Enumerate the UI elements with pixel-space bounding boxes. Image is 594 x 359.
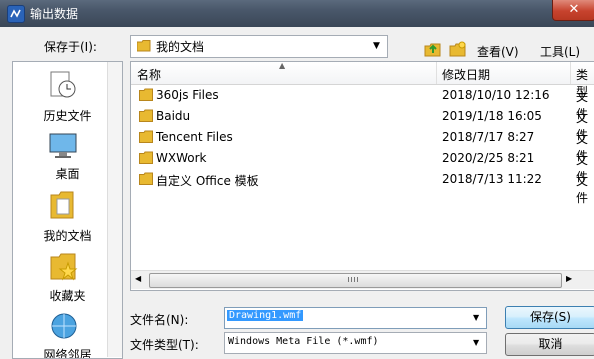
chevron-down-icon[interactable]: ▼ [473, 338, 479, 347]
file-row[interactable]: 自定义 Office 模板 2018/7/13 11:22 文件 [131, 169, 594, 205]
place-label: 收藏夹 [49, 289, 86, 303]
column-header-name[interactable]: 名称 [137, 66, 161, 83]
file-row[interactable]: 360js Files 2018/10/10 12:16 文件 [131, 85, 594, 121]
save-button[interactable]: 保存(S) [505, 306, 594, 329]
window-title: 输出数据 [30, 7, 79, 21]
places-scrollbar[interactable] [107, 62, 122, 357]
place-label: 桌面 [55, 167, 80, 181]
filetype-value: Windows Meta File (*.wmf) [228, 336, 379, 347]
place-network[interactable]: 网络邻居 [13, 309, 122, 359]
folder-icon [139, 109, 153, 122]
place-label: 我的文档 [43, 229, 92, 243]
new-folder-icon[interactable] [449, 41, 467, 60]
folder-icon [136, 40, 151, 55]
file-row[interactable]: Baidu 2019/1/18 16:05 文件 [131, 106, 594, 142]
place-favorites[interactable]: 收藏夹 [13, 249, 122, 305]
view-menu[interactable]: 查看(V) [477, 43, 519, 60]
filename-label: 文件名(N): [130, 313, 189, 327]
network-icon [51, 313, 77, 339]
column-header-date[interactable]: 修改日期 [442, 66, 490, 83]
favorites-icon [50, 253, 78, 281]
chevron-down-icon[interactable]: ▼ [373, 41, 380, 51]
folder-icon [139, 130, 153, 143]
up-folder-icon[interactable] [424, 41, 442, 60]
save-in-label: 保存于(I): [44, 40, 97, 54]
folder-icon [139, 151, 153, 164]
chevron-down-icon[interactable]: ▼ [473, 313, 479, 322]
file-name: Tencent Files [156, 130, 233, 144]
file-name: WXWork [156, 151, 207, 165]
file-row[interactable]: WXWork 2020/2/25 8:21 文件 [131, 148, 594, 184]
column-divider[interactable] [436, 62, 437, 84]
place-my-documents[interactable]: 我的文档 [13, 189, 122, 245]
desktop-icon [49, 133, 77, 158]
close-button[interactable]: ✕ [552, 0, 594, 21]
file-date: 2020/2/25 8:21 [442, 151, 535, 165]
place-desktop[interactable]: 桌面 [13, 129, 122, 185]
title-bar[interactable] [0, 0, 594, 27]
file-type: 文件 [576, 174, 589, 205]
history-icon [50, 71, 76, 98]
scroll-left-icon[interactable]: ◀ [135, 274, 141, 283]
sort-ascending-icon: ▲ [279, 61, 286, 70]
file-date: 2018/7/13 11:22 [442, 172, 542, 186]
file-name: Baidu [156, 109, 191, 123]
filetype-label: 文件类型(T): [130, 338, 199, 352]
scroll-right-icon[interactable]: ▶ [566, 274, 572, 283]
folder-icon [139, 172, 153, 185]
list-header [131, 62, 594, 85]
tools-menu[interactable]: 工具(L) [540, 43, 580, 60]
file-name: 360js Files [156, 88, 219, 102]
place-label: 网络邻居 [43, 348, 92, 359]
cancel-button[interactable]: 取消 [505, 333, 594, 356]
file-date: 2018/7/17 8:27 [442, 130, 535, 144]
file-name: 自定义 Office 模板 [156, 174, 259, 188]
scrollbar-grip [348, 277, 358, 282]
column-divider[interactable] [570, 62, 571, 84]
my-documents-icon [50, 191, 74, 219]
file-row[interactable]: Tencent Files 2018/7/17 8:27 文件 [131, 127, 594, 163]
filename-value[interactable]: Drawing1.wmf [227, 310, 304, 321]
folder-icon [139, 88, 153, 101]
place-history[interactable]: 历史文件 [13, 67, 122, 125]
app-icon [7, 5, 25, 23]
file-date: 2019/1/18 16:05 [442, 109, 542, 123]
save-in-value: 我的文档 [156, 40, 205, 54]
file-date: 2018/10/10 12:16 [442, 88, 550, 102]
place-label: 历史文件 [43, 109, 92, 123]
